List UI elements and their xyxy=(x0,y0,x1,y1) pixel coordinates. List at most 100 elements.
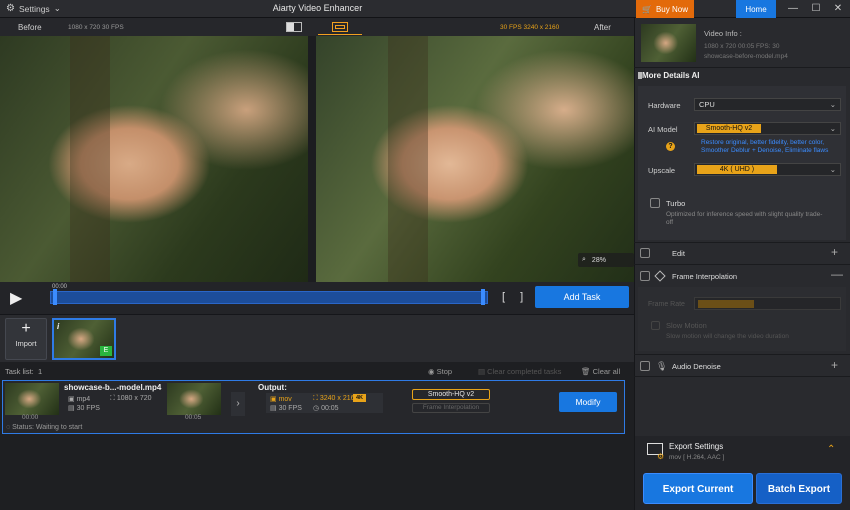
help-icon[interactable]: ? xyxy=(666,142,675,151)
ai-model-label: AI Model xyxy=(648,125,678,134)
split-view-icon[interactable] xyxy=(286,22,302,32)
play-icon[interactable]: ▶ xyxy=(10,288,22,308)
side-by-side-icon[interactable] xyxy=(332,22,348,32)
4k-badge: 4K xyxy=(353,394,366,402)
info-icon[interactable]: i xyxy=(57,322,59,331)
close-icon[interactable]: ✕ xyxy=(828,2,848,16)
minimize-icon[interactable]: — xyxy=(783,2,803,16)
maximize-icon[interactable]: ☐ xyxy=(806,2,826,16)
audio-denoise-checkbox[interactable] xyxy=(640,361,650,371)
after-info: 30 FPS 3240 x 2160 xyxy=(500,24,560,31)
after-label: After xyxy=(594,23,611,32)
app-title: Aiarty Video Enhancer xyxy=(272,3,363,13)
task-input-time: 00:00 xyxy=(22,414,39,421)
divider xyxy=(634,67,850,68)
clear-completed-button[interactable]: ▤ Clear completed tasks xyxy=(478,367,561,376)
trim-start-handle[interactable] xyxy=(53,289,57,305)
hardware-select[interactable]: CPU ⌄ xyxy=(694,98,841,111)
edit-badge: E xyxy=(100,346,112,356)
import-label: Import xyxy=(15,339,37,348)
add-task-button[interactable]: Add Task xyxy=(535,286,629,308)
expand-edit-icon[interactable]: + xyxy=(831,245,838,259)
chevron-up-icon[interactable]: ⌃ xyxy=(827,444,835,455)
buy-now-label: Buy Now xyxy=(655,4,688,14)
frame-rate-value xyxy=(698,300,754,308)
zoom-value: 28% xyxy=(591,256,606,264)
video-info-title: Video Info : xyxy=(704,29,742,38)
modify-button[interactable]: Modify xyxy=(559,392,617,412)
model-chip: Smooth-HQ v2 xyxy=(412,389,490,400)
stop-button[interactable]: ◉ Stop xyxy=(428,367,452,376)
export-settings-title[interactable]: Export Settings xyxy=(669,442,723,451)
collapse-frame-interpolation-icon[interactable]: — xyxy=(831,267,843,281)
output-fps-value: 30 FPS xyxy=(278,405,302,412)
task-list-label: Task list: 1 xyxy=(5,367,42,376)
ai-model-description: Restore original, better fidelity, bette… xyxy=(701,139,829,154)
cart-icon: 🛒 xyxy=(642,4,652,14)
divider xyxy=(634,354,850,355)
task-input-thumbnail xyxy=(5,383,59,415)
trim-brackets-icon[interactable]: [ ] xyxy=(502,291,529,303)
upscale-select[interactable]: 4K ( UHD ) ⌄ xyxy=(694,163,841,176)
view-mode-indicator xyxy=(318,34,362,35)
export-settings-subtitle: mov [ H.264, AAC ] xyxy=(669,454,725,461)
hardware-value: CPU xyxy=(699,100,715,109)
frame-rate-select[interactable] xyxy=(694,297,841,310)
upscale-label: Upscale xyxy=(648,166,676,175)
more-details-ai-title: More Details AI xyxy=(642,71,700,80)
media-thumbnail[interactable]: i E xyxy=(52,318,116,360)
slow-motion-checkbox[interactable] xyxy=(651,321,660,330)
task-output-thumbnail xyxy=(167,383,221,415)
expand-audio-denoise-icon[interactable]: + xyxy=(831,358,838,372)
before-info: 1080 x 720 30 FPS xyxy=(68,24,124,31)
ai-model-value: Smooth-HQ v2 xyxy=(697,124,761,133)
after-preview-image xyxy=(316,36,634,282)
batch-export-button[interactable]: Batch Export xyxy=(756,473,842,504)
turbo-description: Optimized for inference speed with sligh… xyxy=(666,211,823,226)
frame-interpolation-label: Frame Interpolation xyxy=(672,272,738,281)
ai-model-select[interactable]: Smooth-HQ v2 ⌄ xyxy=(694,122,841,135)
turbo-checkbox[interactable] xyxy=(650,198,660,208)
export-current-button[interactable]: Export Current xyxy=(643,473,753,504)
microphone-icon: 🎙 xyxy=(656,361,668,371)
input-fps-value: 30 FPS xyxy=(76,405,100,412)
task-output-time: 00:05 xyxy=(185,414,202,421)
buy-now-button[interactable]: 🛒 Buy Now xyxy=(636,0,694,18)
clear-all-button[interactable]: 🗑 Clear all xyxy=(581,367,620,376)
input-resolution-value: 1080 x 720 xyxy=(116,395,152,402)
import-button[interactable]: + Import xyxy=(5,318,47,360)
before-label: Before xyxy=(18,23,42,32)
zoom-icon: ⌕ xyxy=(582,256,586,263)
slow-motion-description: Slow motion will change the video durati… xyxy=(666,333,789,340)
audio-denoise-label: Audio Denoise xyxy=(672,362,721,371)
zoom-control[interactable]: ⌕ 28% xyxy=(578,253,634,267)
home-button[interactable]: Home xyxy=(736,0,776,18)
output-format: ▣ mov xyxy=(270,396,292,403)
output-duration-value: 00:05 xyxy=(321,405,339,412)
task-input-resolution: ⛶ 1080 x 720 xyxy=(110,395,152,402)
divider xyxy=(634,264,850,265)
chevron-down-icon: ⌄ xyxy=(829,124,836,133)
video-info-specs: 1080 x 720 00:05 FPS: 30 xyxy=(704,43,780,50)
output-format-value: mov xyxy=(278,396,292,403)
output-resolution: ⛶ 3240 x 2160 xyxy=(313,395,359,402)
stop-label: Stop xyxy=(436,367,453,376)
task-status: ◌ Status: Waiting to start xyxy=(6,424,83,431)
edit-checkbox[interactable] xyxy=(640,248,650,258)
task-count: 1 xyxy=(37,367,43,376)
output-label: Output: xyxy=(258,383,287,392)
upscale-value: 4K ( UHD ) xyxy=(697,165,777,174)
clear-all-label: Clear all xyxy=(592,367,621,376)
timeline-track[interactable] xyxy=(50,291,488,304)
edit-label: Edit xyxy=(672,249,685,258)
trim-end-handle[interactable] xyxy=(481,289,485,305)
turbo-label: Turbo xyxy=(666,199,686,208)
task-status-text: Status: Waiting to start xyxy=(12,424,83,431)
divider xyxy=(634,242,850,243)
frame-interpolation-checkbox[interactable] xyxy=(640,271,650,281)
input-format-value: mp4 xyxy=(76,396,91,403)
chevron-right-icon: › xyxy=(231,392,245,416)
preview-divider xyxy=(308,36,316,282)
frame-rate-label: Frame Rate xyxy=(648,301,685,308)
video-info-thumbnail xyxy=(641,24,696,62)
